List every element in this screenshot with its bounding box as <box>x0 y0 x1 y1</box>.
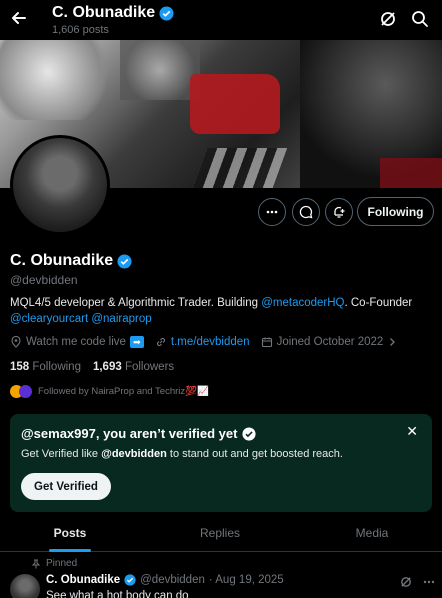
active-tab-indicator <box>49 549 91 552</box>
post-date: · Aug 19, 2025 <box>208 574 284 586</box>
bio-text-1: MQL4/5 developer & Algorithmic Trader. B… <box>10 297 262 309</box>
link-icon <box>156 337 165 347</box>
header-title: C. Obunadike <box>52 4 174 22</box>
chevron-right-icon[interactable] <box>387 337 397 347</box>
website-item[interactable]: t.me/devbidden <box>155 336 250 348</box>
search-icon[interactable] <box>410 9 430 29</box>
post-avatar[interactable] <box>10 574 40 598</box>
bio-link-nairaprop[interactable]: @nairaprop <box>91 313 151 325</box>
verify-text-1: Get Verified like <box>21 448 102 460</box>
more-button[interactable] <box>258 198 286 226</box>
arrow-right-badge-icon: ➡ <box>129 336 144 348</box>
arrow-left-icon[interactable] <box>8 8 30 30</box>
verify-card-title: @semax997, you aren’t verified yet <box>21 426 257 441</box>
post-header: C. Obunadike @devbidden · Aug 19, 2025 <box>46 574 284 586</box>
header-name: C. Obunadike <box>52 4 156 21</box>
close-icon[interactable]: ✕ <box>406 423 418 440</box>
profile-stats: 158 Following 1,693 Followers <box>10 361 174 373</box>
posts-count: 1,606 posts <box>52 24 109 36</box>
profile-name: C. Obunadike <box>10 252 132 270</box>
get-verified-button[interactable]: Get Verified <box>21 473 111 500</box>
calendar-icon <box>261 337 272 348</box>
pinned-label-row: Pinned <box>31 558 77 569</box>
location-text: Watch me code live <box>26 336 126 348</box>
verify-title-text: @semax997, you aren’t verified yet <box>21 426 238 441</box>
tab-replies[interactable]: Replies <box>150 514 290 552</box>
profile-meta: Watch me code live ➡ t.me/devbidden Join… <box>10 336 408 348</box>
more-icon <box>266 210 278 214</box>
grok-icon[interactable] <box>399 575 413 589</box>
following-button[interactable]: Following <box>357 197 434 226</box>
bio-link-clearyourcart[interactable]: @clearyourcart <box>10 313 88 325</box>
following-count: 158 <box>10 361 30 373</box>
location-icon <box>11 336 21 348</box>
verified-icon <box>117 253 132 269</box>
location-item: Watch me code live ➡ <box>10 336 144 348</box>
tab-media[interactable]: Media <box>302 514 442 552</box>
profile-handle: @devbidden <box>10 273 78 287</box>
post-text: See what a hot body can do <box>46 590 189 598</box>
bio-link-metacoder[interactable]: @metacoderHQ <box>261 297 344 309</box>
followers-stat[interactable]: 1,693 Followers <box>93 361 174 373</box>
profile-bio: MQL4/5 developer & Algorithmic Trader. B… <box>10 295 430 327</box>
pinned-label: Pinned <box>46 558 78 569</box>
profile-tabs: Posts Replies Media <box>0 514 442 552</box>
top-bar: C. Obunadike 1,606 posts <box>0 0 442 40</box>
website-link[interactable]: t.me/devbidden <box>171 336 250 348</box>
followed-by[interactable]: Followed by NairaProp and Techriz💯📈 <box>10 385 209 398</box>
message-icon <box>299 205 313 219</box>
notify-button[interactable] <box>325 198 353 226</box>
post-author[interactable]: C. Obunadike <box>46 574 120 586</box>
message-button[interactable] <box>292 198 320 226</box>
bio-text-2: . Co-Founder <box>344 297 413 309</box>
profile-avatar[interactable] <box>10 135 110 235</box>
followers-count: 1,693 <box>92 361 122 373</box>
verified-icon <box>159 5 174 21</box>
profile-name-text: C. Obunadike <box>10 252 114 269</box>
followers-label: Followers <box>124 361 175 373</box>
verify-card: @semax997, you aren’t verified yet Get V… <box>10 414 432 512</box>
joined-item: Joined October 2022 <box>261 336 398 348</box>
verified-icon <box>124 574 136 586</box>
bell-plus-icon <box>334 206 345 218</box>
verify-card-text: Get Verified like @devbidden to stand ou… <box>21 448 343 460</box>
tab-posts[interactable]: Posts <box>0 514 140 552</box>
pin-icon <box>31 559 41 568</box>
joined-text: Joined October 2022 <box>276 336 384 348</box>
more-icon[interactable] <box>422 575 436 589</box>
verify-text-2: to stand out and get boosted reach. <box>166 448 343 460</box>
grok-icon[interactable] <box>378 9 398 29</box>
verified-badge-icon <box>242 426 257 441</box>
post-handle[interactable]: @devbidden <box>140 574 205 586</box>
verify-text-handle: @devbidden <box>101 448 167 460</box>
following-stat[interactable]: 158 Following <box>10 361 81 373</box>
following-label: Following <box>32 361 81 373</box>
followed-by-text: Followed by NairaProp and Techriz💯📈 <box>38 386 209 397</box>
follower-avatar <box>19 385 32 398</box>
